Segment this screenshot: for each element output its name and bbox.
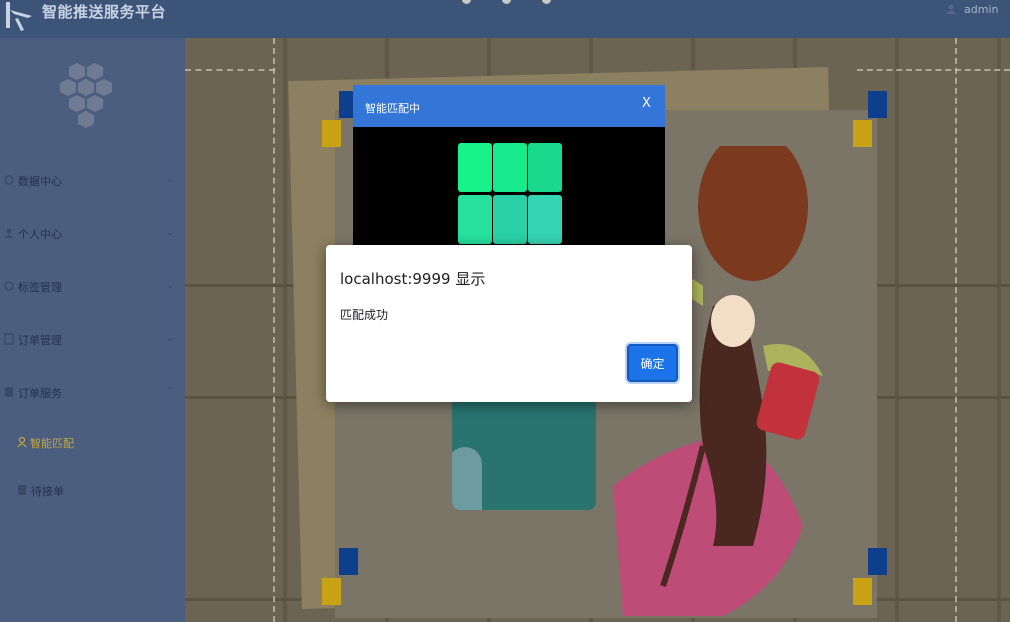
sidebar-item-order-management[interactable]: 订单管理 ⌄	[0, 324, 185, 356]
sidebar-item-label: 数据中心	[18, 175, 62, 188]
alert-title: localhost:9999 显示	[340, 270, 486, 288]
app-title: 智能推送服务平台	[42, 3, 167, 21]
ok-button[interactable]: 确定	[627, 344, 678, 382]
sidebar-subitem-smart-match[interactable]: 智能匹配	[0, 427, 185, 459]
sidebar-item-order-service[interactable]: 订单服务 ⌃	[0, 377, 185, 409]
sidebar-subitem-label: 智能匹配	[30, 437, 74, 450]
loading-tile	[458, 143, 492, 192]
user-icon	[5, 228, 13, 238]
modal-title: 智能匹配中	[365, 102, 420, 115]
sidebar-subitem-pending-orders[interactable]: 待接单	[0, 475, 185, 507]
stitch-line	[857, 69, 1010, 71]
sidebar-item-personal-center[interactable]: 个人中心 ⌄	[0, 218, 185, 250]
tape-corner	[868, 91, 887, 118]
top-header: 智能推送服务平台 admin	[0, 0, 1010, 38]
chevron-up-icon: ⌃	[166, 386, 175, 397]
sidebar-item-label: 订单管理	[18, 334, 62, 347]
alert-message: 匹配成功	[340, 308, 389, 322]
stitch-line	[185, 69, 275, 71]
service-icon	[5, 387, 13, 397]
loading-tile	[493, 195, 527, 244]
loading-tile	[493, 143, 527, 192]
tag-icon	[4, 281, 14, 291]
tape-corner	[853, 120, 872, 147]
sidebar-subitem-label: 待接单	[31, 485, 64, 498]
loading-tile	[458, 195, 492, 244]
hexagon-logo-icon	[60, 63, 112, 128]
chevron-down-icon: ⌄	[166, 280, 175, 291]
modal-illustration	[452, 402, 596, 510]
close-button[interactable]: X	[642, 96, 651, 111]
sidebar: 数据中心 ⌄ 个人中心 ⌄ 标签管理 ⌄ 订单管理 ⌄ 订单服务 ⌃ 智能匹配 …	[0, 38, 185, 622]
tape-corner	[339, 548, 358, 575]
stitch-line	[955, 38, 957, 622]
tape-corner	[322, 120, 341, 147]
sidebar-item-data-center[interactable]: 数据中心 ⌄	[0, 165, 185, 197]
sidebar-item-label: 标签管理	[18, 281, 62, 294]
sidebar-item-tag-management[interactable]: 标签管理 ⌄	[0, 271, 185, 303]
chevron-down-icon: ⌄	[166, 227, 175, 238]
user-avatar-icon	[946, 4, 956, 14]
sidebar-item-label: 订单服务	[18, 387, 62, 400]
person-icon	[17, 436, 27, 448]
username[interactable]: admin	[964, 3, 998, 16]
chevron-down-icon: ⌄	[166, 333, 175, 344]
alert-dialog: localhost:9999 显示 匹配成功 确定	[326, 245, 692, 402]
loading-tile	[528, 143, 562, 192]
tape-corner	[322, 578, 341, 605]
header-decoration	[462, 0, 562, 5]
sidebar-item-label: 个人中心	[18, 228, 62, 241]
loading-tile	[528, 195, 562, 244]
app-logo-icon	[6, 2, 32, 31]
list-icon	[18, 485, 26, 495]
chevron-down-icon: ⌄	[166, 174, 175, 185]
dashboard-icon	[4, 175, 14, 185]
stitch-line	[273, 38, 275, 622]
order-icon	[4, 333, 14, 345]
modal-header: 智能匹配中 X	[353, 85, 665, 127]
